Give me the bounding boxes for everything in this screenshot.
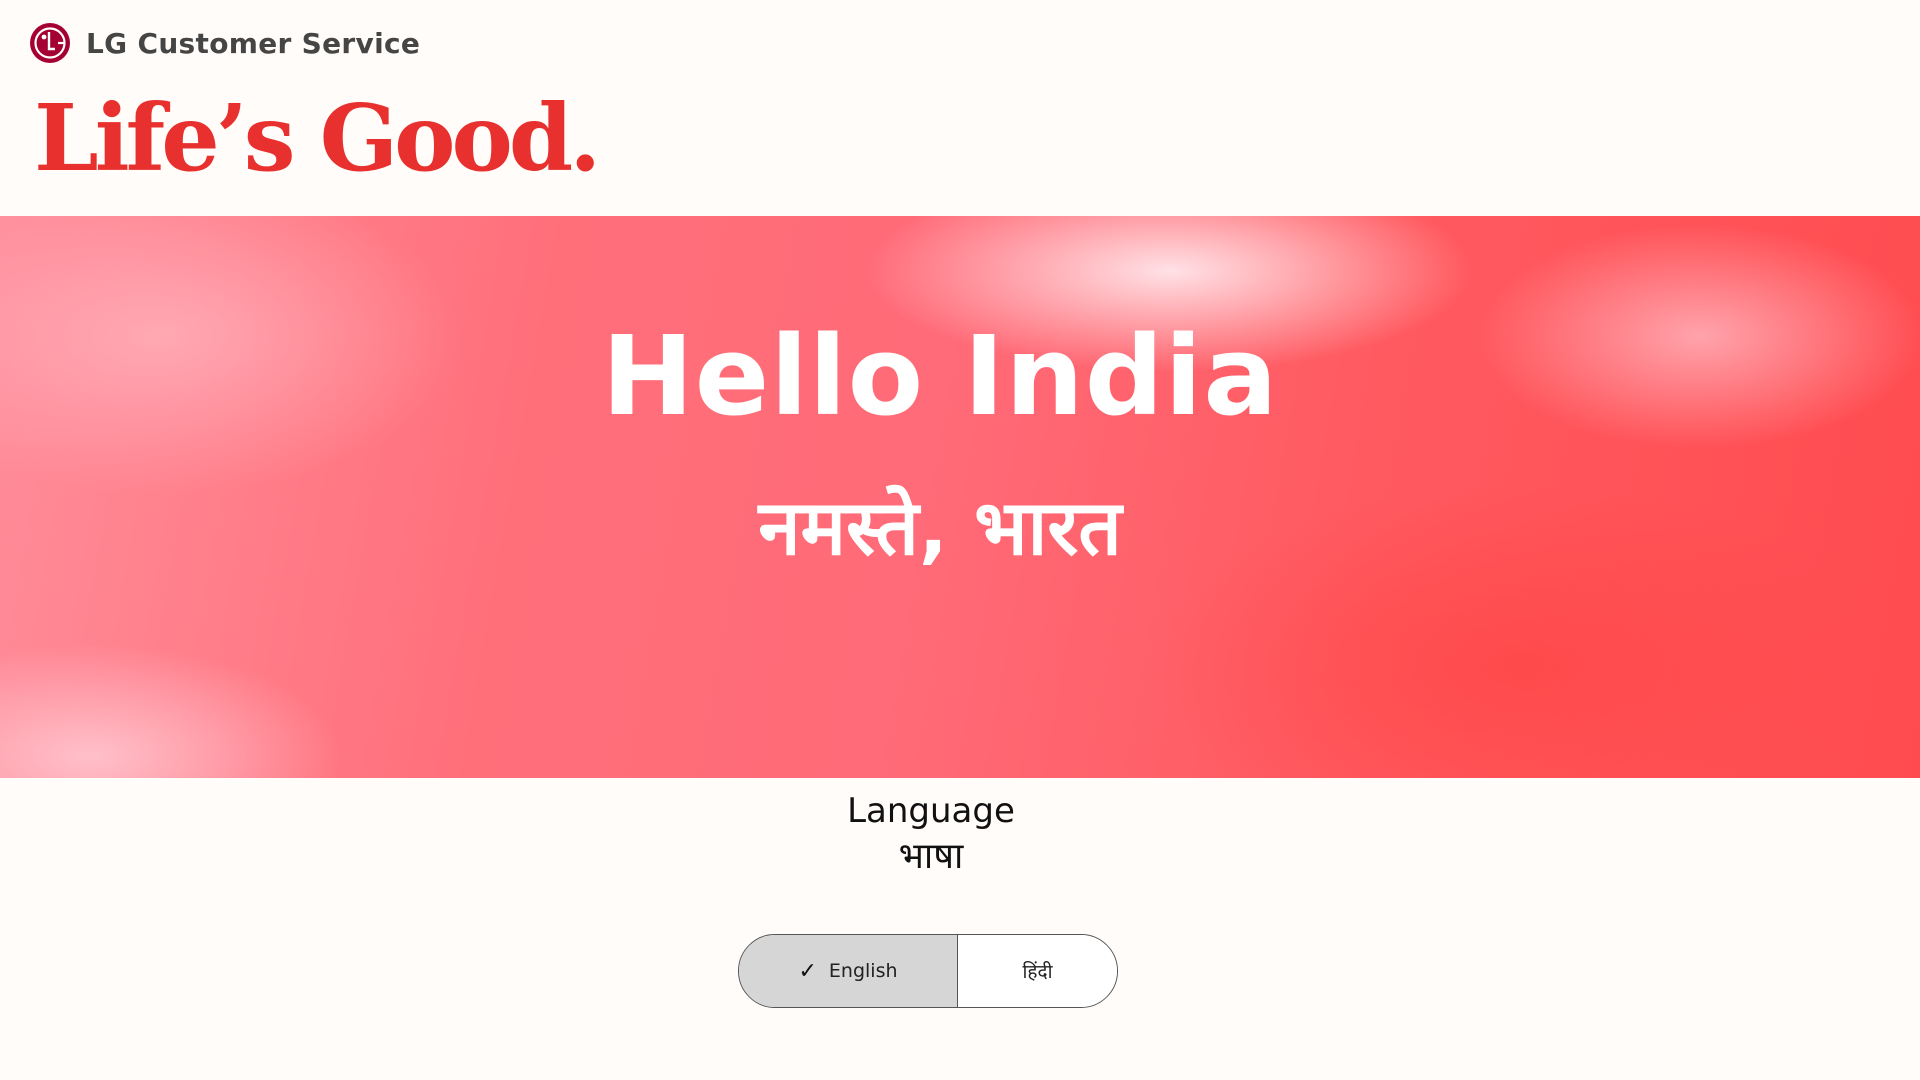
hero-title: Hello India: [601, 312, 1279, 440]
hindi-label: हिंदी: [1022, 961, 1053, 983]
page: LG Customer Service Life’s Good. Hello I…: [0, 0, 1920, 1080]
language-toggle: ✓ English हिंदी: [738, 934, 1118, 1008]
check-icon: ✓: [798, 958, 817, 984]
hero-banner: Hello India नमस्ते, भारत: [0, 216, 1920, 778]
hindi-language-button[interactable]: हिंदी: [958, 935, 1117, 1007]
english-language-button[interactable]: ✓ English: [739, 935, 958, 1007]
hero-subtitle: नमस्ते, भारत: [758, 483, 1122, 572]
brand-name: LG Customer Service: [86, 26, 421, 60]
lg-logo-icon: [30, 23, 70, 63]
language-heading: Language: [847, 791, 1015, 831]
english-label: English: [828, 960, 898, 982]
lifes-good-tagline: Life’s Good.: [34, 84, 601, 192]
brand-header[interactable]: LG Customer Service: [29, 21, 420, 65]
language-heading-hindi: भाषा: [898, 836, 964, 877]
